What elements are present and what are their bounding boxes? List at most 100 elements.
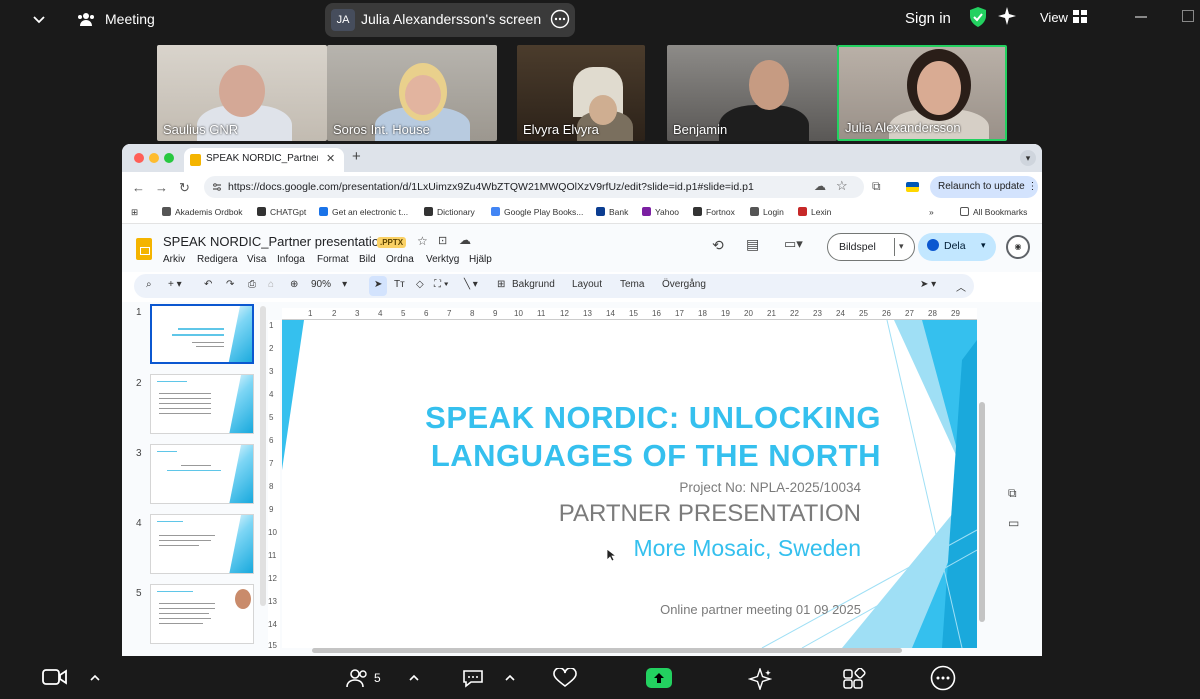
more-icon[interactable]: [930, 665, 956, 691]
tab-search-icon[interactable]: ▾: [1020, 150, 1036, 166]
print-icon[interactable]: ⎙: [248, 279, 256, 290]
menu-visa[interactable]: Visa: [247, 254, 266, 265]
more-bookmarks-icon[interactable]: »: [929, 207, 934, 217]
video-options-chevron-icon[interactable]: [89, 674, 101, 682]
forward-icon[interactable]: →: [155, 180, 168, 195]
bookmark-item[interactable]: Bank: [596, 207, 628, 217]
image-icon[interactable]: ⛶ ▾: [434, 279, 449, 290]
redo-icon[interactable]: ↷: [226, 279, 234, 290]
collapse-toolbar-icon[interactable]: ︿: [956, 279, 966, 294]
paint-format-icon[interactable]: ⌂: [268, 279, 274, 290]
zoom-window-icon[interactable]: [164, 153, 174, 163]
bookmark-item[interactable]: Get an electronic t...: [319, 207, 408, 217]
bookmark-item[interactable]: Login: [750, 207, 784, 217]
new-slide-icon[interactable]: + ▾: [168, 279, 182, 290]
view-button[interactable]: View: [1040, 10, 1068, 25]
canvas-vertical-scrollbar[interactable]: [979, 402, 985, 622]
ai-companion-sparkle-icon[interactable]: [748, 668, 772, 690]
cloud-status-icon[interactable]: ☁: [459, 233, 471, 247]
insert-comment-icon[interactable]: ⊞: [497, 279, 505, 290]
all-bookmarks-folder[interactable]: All Bookmarks: [960, 207, 1027, 217]
bookmark-item[interactable]: Yahoo: [642, 207, 679, 217]
participant-tile-active-speaker[interactable]: Julia Alexandersson: [837, 45, 1007, 141]
sign-in-button[interactable]: Sign in: [905, 10, 951, 27]
menu-redigera[interactable]: Redigera: [197, 254, 238, 265]
canvas-horizontal-scrollbar[interactable]: [312, 648, 902, 653]
more-options-icon[interactable]: [550, 9, 570, 29]
slide-title-line1[interactable]: SPEAK NORDIC: UNLOCKING: [425, 400, 881, 436]
thumbnail-scrollbar[interactable]: [260, 306, 266, 606]
menu-bild[interactable]: Bild: [359, 254, 376, 265]
menu-verktyg[interactable]: Verktyg: [426, 254, 459, 265]
menu-hjalp[interactable]: Hjälp: [469, 254, 492, 265]
menu-infoga[interactable]: Infoga: [277, 254, 305, 265]
line-icon[interactable]: ╲ ▾: [464, 279, 478, 290]
shape-icon[interactable]: ◇: [416, 279, 424, 290]
minimize-icon[interactable]: [1135, 16, 1147, 18]
google-slides-logo-icon[interactable]: [136, 238, 152, 260]
slide-organisation[interactable]: More Mosaic, Sweden: [633, 535, 861, 562]
slide-title-line2[interactable]: LANGUAGES OF THE NORTH: [431, 438, 881, 474]
maximize-icon[interactable]: [1182, 10, 1194, 22]
participant-tile[interactable]: Benjamin: [667, 45, 837, 141]
security-shield-icon[interactable]: [968, 6, 988, 28]
tb-tema[interactable]: Tema: [620, 279, 644, 290]
reactions-heart-icon[interactable]: [552, 668, 578, 688]
bookmark-item[interactable]: Google Play Books...: [491, 207, 583, 217]
bookmark-item[interactable]: Lexin: [798, 207, 831, 217]
video-camera-icon[interactable]: [42, 668, 68, 686]
slide-thumbnail-5[interactable]: [150, 584, 254, 644]
menu-format[interactable]: Format: [317, 254, 349, 265]
new-tab-icon[interactable]: +: [352, 148, 361, 165]
search-menus-icon[interactable]: ⌕: [146, 279, 152, 290]
slideshow-button[interactable]: Bildspel ▾: [827, 233, 915, 261]
minimize-window-icon[interactable]: [149, 153, 159, 163]
star-icon[interactable]: ☆: [417, 234, 428, 248]
zoom-select[interactable]: 90% ▾: [311, 279, 347, 290]
slide-meeting-date[interactable]: Online partner meeting 01 09 2025: [660, 602, 861, 617]
share-dropdown-icon[interactable]: ▾: [981, 240, 986, 251]
menu-arkiv[interactable]: Arkiv: [163, 254, 185, 265]
version-history-icon[interactable]: ⟲: [712, 237, 724, 254]
move-folder-icon[interactable]: ⊡: [438, 234, 447, 247]
side-panel-edit-icon[interactable]: ⧉: [1008, 486, 1017, 501]
tb-layout[interactable]: Layout: [572, 279, 602, 290]
pointer-mode-icon[interactable]: ➤ ▾: [920, 279, 936, 290]
zoom-icon[interactable]: ⊕: [290, 279, 298, 290]
browser-tab-active[interactable]: SPEAK NORDIC_Partner pres ✕: [184, 148, 344, 172]
slide-thumbnail-4[interactable]: [150, 514, 254, 574]
apps-grid-icon[interactable]: ⊞: [131, 207, 138, 218]
back-icon[interactable]: ←: [132, 180, 145, 195]
ukraine-flag-icon[interactable]: [906, 182, 919, 192]
cloud-save-icon[interactable]: ☁: [814, 179, 826, 193]
close-window-icon[interactable]: [134, 153, 144, 163]
tb-bakgrund[interactable]: Bakgrund: [512, 279, 555, 290]
select-arrow-icon[interactable]: ➤: [374, 279, 382, 290]
slide-project-number[interactable]: Project No: NPLA-2025/10034: [679, 480, 861, 495]
apps-icon[interactable]: [842, 668, 866, 690]
site-settings-icon[interactable]: [212, 182, 222, 192]
participant-tile[interactable]: Elvyra Elvyra: [517, 45, 645, 141]
slide-thumbnail-2[interactable]: [150, 374, 254, 434]
close-tab-icon[interactable]: ✕: [326, 152, 335, 165]
bookmark-item[interactable]: Dictionary: [424, 207, 475, 217]
slideshow-dropdown-icon[interactable]: ▾: [899, 241, 904, 252]
slide-canvas[interactable]: SPEAK NORDIC: UNLOCKING LANGUAGES OF THE…: [282, 320, 977, 648]
meet-camera-icon[interactable]: ▭▾: [784, 236, 803, 252]
share-screen-button[interactable]: [646, 668, 672, 688]
participant-tile[interactable]: Saulius GNR: [157, 45, 327, 141]
participants-options-chevron-icon[interactable]: [408, 674, 420, 682]
tb-overgang[interactable]: Övergång: [662, 279, 706, 290]
slide-thumbnail-1[interactable]: [150, 304, 254, 364]
relaunch-to-update-button[interactable]: Relaunch to update ⋮: [930, 176, 1038, 198]
share-button[interactable]: Dela ▾: [918, 233, 996, 261]
menu-ordna[interactable]: Ordna: [386, 254, 414, 265]
participant-tile[interactable]: Soros Int. House: [327, 45, 497, 141]
bookmark-item[interactable]: Fortnox: [693, 207, 735, 217]
bookmark-item[interactable]: CHATGpt: [257, 207, 306, 217]
side-panel-folder-icon[interactable]: ▭: [1008, 516, 1019, 530]
chat-icon[interactable]: [462, 668, 484, 688]
ai-companion-icon[interactable]: [997, 6, 1017, 26]
grid-view-icon[interactable]: [1073, 10, 1087, 23]
bookmark-item[interactable]: Akademis Ordbok: [162, 207, 243, 217]
